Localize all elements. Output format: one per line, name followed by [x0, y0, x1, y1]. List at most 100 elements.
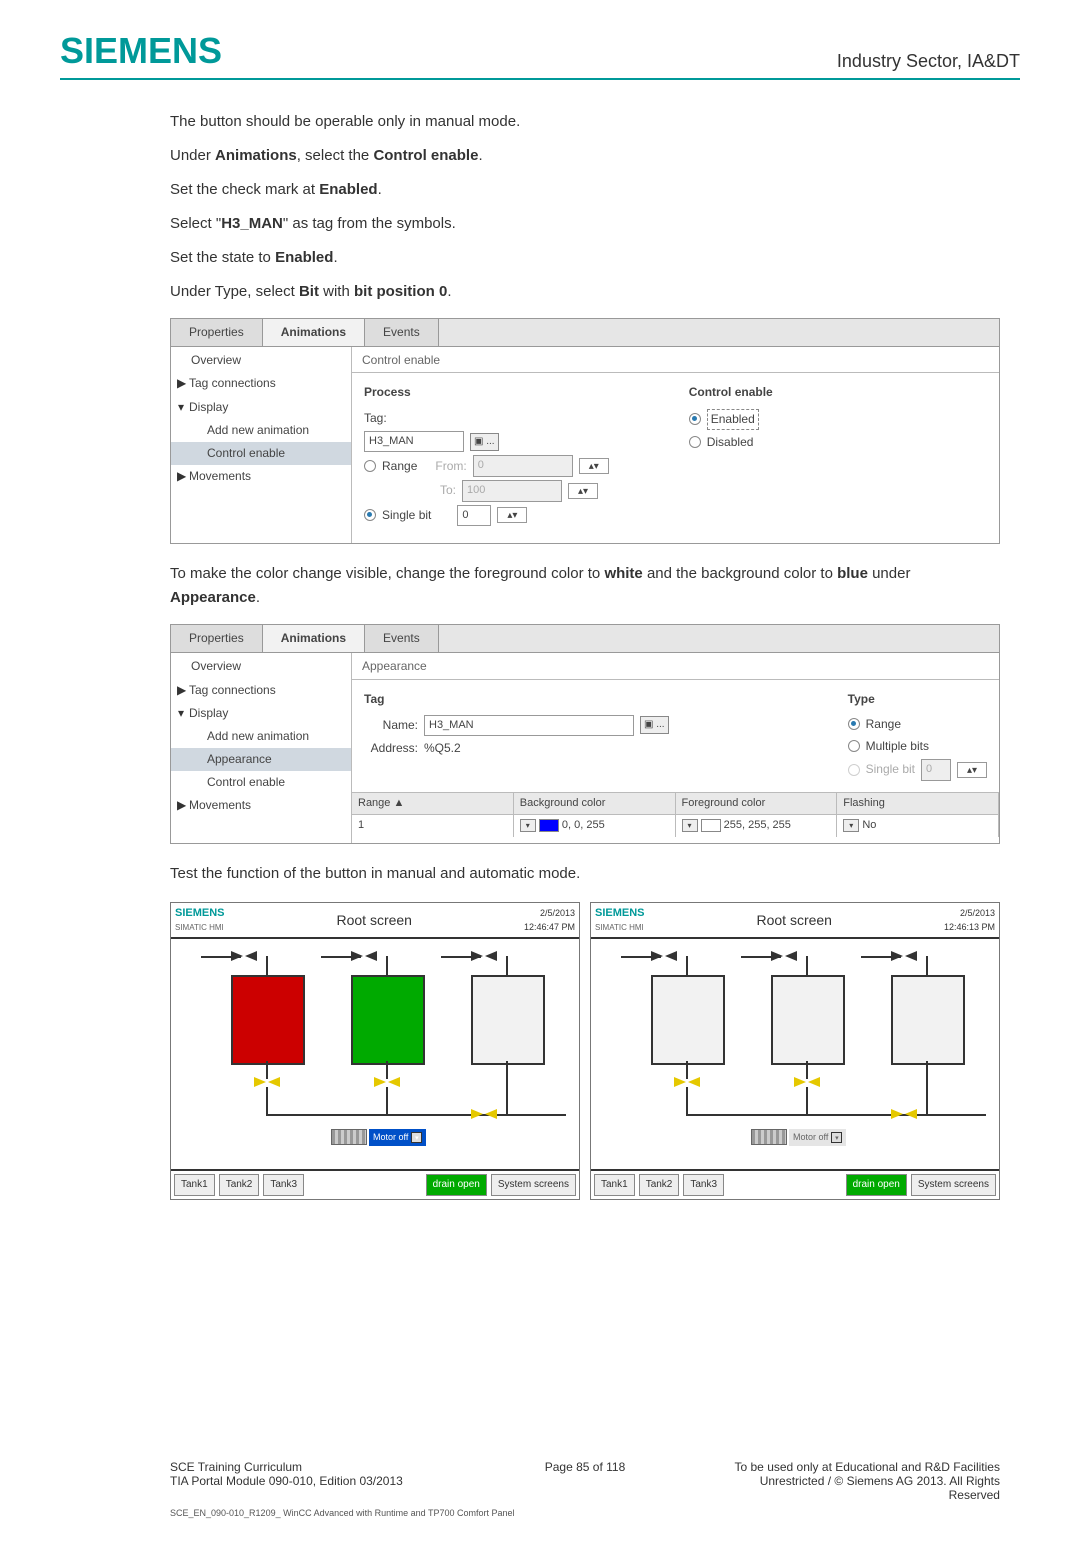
- hmi-date: 2/5/2013: [944, 906, 995, 920]
- tree-overview-2[interactable]: Overview: [171, 655, 351, 678]
- mixer-icon: [331, 1129, 367, 1145]
- page-header: SIEMENS Industry Sector, IA&DT: [60, 30, 1020, 80]
- para-mid: To make the color change visible, change…: [170, 562, 1000, 610]
- tree-control-enable-2[interactable]: Control enable: [171, 771, 351, 794]
- tree-tag-connections-2[interactable]: ▶Tag connections: [171, 679, 351, 702]
- hmi-brand: SIEMENS: [595, 905, 645, 923]
- col-fg[interactable]: Foreground color: [676, 793, 838, 815]
- disabled-label: Disabled: [707, 433, 754, 452]
- pipe: [741, 956, 781, 958]
- footer-left-2: TIA Portal Module 090-010, Edition 03/20…: [170, 1474, 447, 1488]
- pipe: [806, 956, 808, 976]
- tab-animations-2[interactable]: Animations: [263, 625, 365, 652]
- appearance-panel: Properties Animations Events Overview ▶T…: [170, 624, 1000, 844]
- motor-button[interactable]: Motor off▾: [369, 1129, 426, 1145]
- hmi-btn-tank1[interactable]: Tank1: [594, 1174, 635, 1196]
- process-title: Process: [364, 383, 609, 402]
- pipe: [386, 1087, 388, 1115]
- control-enable-title: Control enable: [689, 383, 773, 402]
- type-range-radio[interactable]: [848, 718, 860, 730]
- tag-input[interactable]: H3_MAN: [364, 431, 464, 453]
- type-single-input: 0: [921, 759, 951, 781]
- tab-properties[interactable]: Properties: [171, 319, 263, 346]
- single-bit-radio[interactable]: [364, 509, 376, 521]
- hmi-btn-tank3[interactable]: Tank3: [263, 1174, 304, 1196]
- tag-browse-button[interactable]: ▣ ...: [470, 433, 499, 451]
- name-browse-button[interactable]: ▣ ...: [640, 716, 669, 734]
- pipe: [266, 956, 268, 976]
- page-footer: SCE Training Curriculum TIA Portal Modul…: [170, 1460, 1000, 1518]
- fg-dropdown[interactable]: ▾: [682, 819, 698, 832]
- pipe: [926, 1114, 986, 1116]
- pipe: [266, 1087, 268, 1115]
- disabled-radio[interactable]: [689, 436, 701, 448]
- motor-dropdown[interactable]: ▾: [411, 1132, 422, 1143]
- tree-display[interactable]: ▾Display: [171, 396, 351, 419]
- tree-tag-connections[interactable]: ▶Tag connections: [171, 372, 351, 395]
- pipe: [686, 1087, 688, 1115]
- process-group: Process Tag: H3_MAN ▣ ... Range From: 0: [364, 381, 609, 529]
- valve-icon: [254, 1077, 280, 1087]
- address-value: %Q5.2: [424, 739, 461, 758]
- hmi-btn-system[interactable]: System screens: [911, 1174, 996, 1196]
- enabled-radio[interactable]: [689, 413, 701, 425]
- from-label: From:: [435, 457, 466, 476]
- tab-events[interactable]: Events: [365, 319, 439, 346]
- hmi-btn-system[interactable]: System screens: [491, 1174, 576, 1196]
- col-flash[interactable]: Flashing: [837, 793, 999, 815]
- hmi-right: SIEMENS SIMATIC HMI Root screen 2/5/2013…: [590, 902, 1000, 1200]
- hmi-sub: SIMATIC HMI: [595, 922, 645, 935]
- flash-dropdown[interactable]: ▾: [843, 819, 859, 832]
- para-5: Set the state to Enabled.: [170, 246, 1000, 270]
- cell-range[interactable]: 1: [352, 815, 514, 837]
- hmi-btn-drain[interactable]: drain open: [426, 1174, 487, 1196]
- name-label: Name:: [364, 716, 418, 735]
- tree-overview[interactable]: Overview: [171, 349, 351, 372]
- type-title: Type: [848, 690, 987, 709]
- pipe: [621, 956, 661, 958]
- tank-1: [651, 975, 725, 1065]
- tree-control-enable[interactable]: Control enable: [171, 442, 351, 465]
- bg-dropdown[interactable]: ▾: [520, 819, 536, 832]
- cell-bg[interactable]: ▾ 0, 0, 255: [514, 815, 676, 837]
- tree-appearance[interactable]: Appearance: [171, 748, 351, 771]
- to-input: 100: [462, 480, 562, 502]
- pipe: [506, 956, 508, 976]
- pipe: [506, 1061, 508, 1079]
- tab-animations[interactable]: Animations: [263, 319, 365, 346]
- hmi-btn-tank3[interactable]: Tank3: [683, 1174, 724, 1196]
- hmi-brand: SIEMENS: [175, 905, 225, 923]
- hmi-date: 2/5/2013: [524, 906, 575, 920]
- animation-tree: Overview ▶Tag connections ▾Display Add n…: [171, 347, 352, 543]
- bit-input[interactable]: 0: [457, 505, 491, 527]
- col-bg[interactable]: Background color: [514, 793, 676, 815]
- hmi-btn-tank2[interactable]: Tank2: [639, 1174, 680, 1196]
- bit-stepper[interactable]: ▴▾: [497, 507, 527, 523]
- appearance-table-row[interactable]: 1 ▾ 0, 0, 255 ▾ 255, 255, 255 ▾: [352, 814, 999, 837]
- tree-add-animation[interactable]: Add new animation: [171, 419, 351, 442]
- hmi-btn-tank2[interactable]: Tank2: [219, 1174, 260, 1196]
- tab-properties-2[interactable]: Properties: [171, 625, 263, 652]
- cell-fg[interactable]: ▾ 255, 255, 255: [676, 815, 838, 837]
- tree-movements[interactable]: ▶Movements: [171, 465, 351, 488]
- cell-flash[interactable]: ▾ No: [837, 815, 999, 837]
- col-range[interactable]: Range ▲: [352, 793, 514, 815]
- address-label: Address:: [364, 739, 418, 758]
- tree-display-2[interactable]: ▾Display: [171, 702, 351, 725]
- tree-movements-2[interactable]: ▶Movements: [171, 794, 351, 817]
- type-range-label: Range: [866, 715, 901, 734]
- range-label: Range: [382, 457, 417, 476]
- mixer-icon: [751, 1129, 787, 1145]
- tank-3: [891, 975, 965, 1065]
- name-input[interactable]: H3_MAN: [424, 715, 634, 737]
- hmi-btn-drain[interactable]: drain open: [846, 1174, 907, 1196]
- hmi-btn-tank1[interactable]: Tank1: [174, 1174, 215, 1196]
- para-test: Test the function of the button in manua…: [170, 862, 1000, 886]
- animation-tree-2: Overview ▶Tag connections ▾Display Add n…: [171, 653, 352, 843]
- bg-swatch: [539, 819, 559, 832]
- tab-events-2[interactable]: Events: [365, 625, 439, 652]
- range-radio[interactable]: [364, 460, 376, 472]
- type-multi-radio[interactable]: [848, 740, 860, 752]
- tree-add-animation-2[interactable]: Add new animation: [171, 725, 351, 748]
- pipe: [201, 956, 241, 958]
